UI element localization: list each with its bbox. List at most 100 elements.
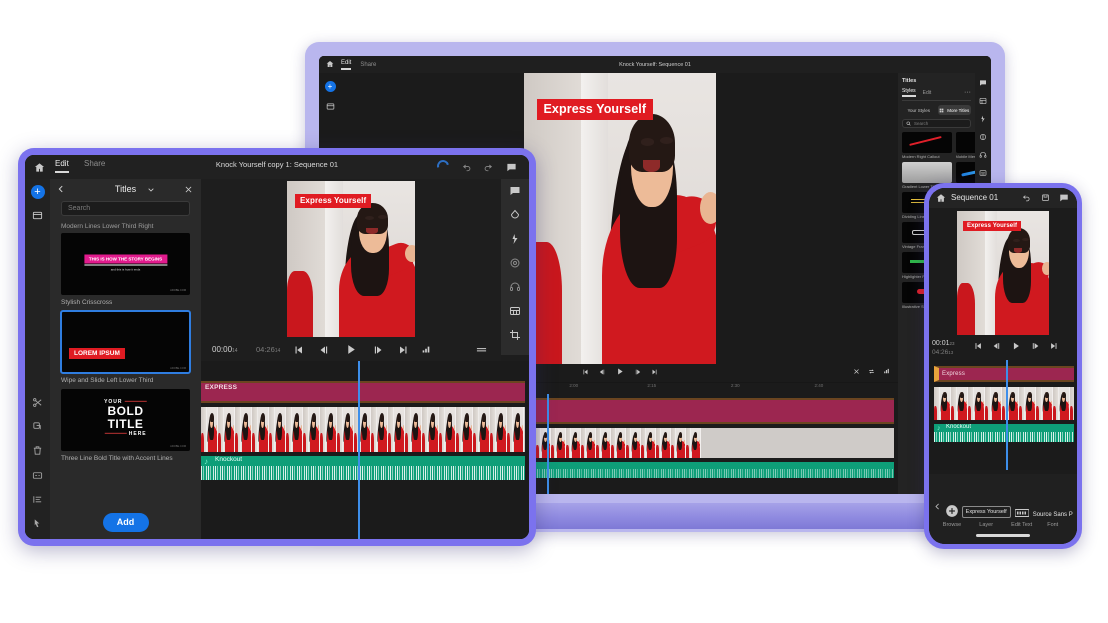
title-thumbnail[interactable] xyxy=(902,162,952,183)
timeline-video-clip[interactable] xyxy=(201,407,525,452)
phone-tool-browse[interactable]: Browse xyxy=(943,504,961,528)
edit-text-icon[interactable] xyxy=(1015,508,1029,518)
media-browser-icon[interactable] xyxy=(326,102,335,111)
titles-search-input[interactable]: Search xyxy=(902,119,971,128)
phone-tool-edit-text[interactable]: Edit Text xyxy=(1011,508,1032,528)
add-circle-icon[interactable] xyxy=(945,504,959,518)
home-icon[interactable] xyxy=(936,193,946,203)
titles-search-input[interactable]: Search xyxy=(61,201,190,216)
tab-edit[interactable]: Edit xyxy=(341,60,351,70)
tablet-timeline[interactable]: EXPRESS ♪ Knockout xyxy=(201,361,529,539)
timeline-title-clip[interactable]: Express xyxy=(934,366,1074,382)
play-icon[interactable] xyxy=(345,343,358,356)
step-back-icon[interactable] xyxy=(598,368,606,376)
chevron-left-icon[interactable] xyxy=(56,184,66,194)
playhead[interactable] xyxy=(358,361,360,539)
tab-edit[interactable]: Edit xyxy=(55,159,69,173)
headphones-icon[interactable] xyxy=(979,151,987,159)
play-icon[interactable] xyxy=(1011,341,1021,351)
add-button[interactable]: Add xyxy=(103,513,149,532)
go-to-end-icon[interactable] xyxy=(650,368,658,376)
segment-your-styles[interactable]: Your Styles xyxy=(902,105,936,115)
home-icon[interactable] xyxy=(34,162,45,173)
effects-icon[interactable] xyxy=(509,233,521,245)
go-to-start-icon[interactable] xyxy=(581,368,589,376)
step-forward-icon[interactable] xyxy=(372,344,384,356)
chevron-down-icon[interactable] xyxy=(147,186,155,194)
go-to-end-icon[interactable] xyxy=(1049,341,1059,351)
undo-icon[interactable] xyxy=(462,162,472,172)
play-icon[interactable] xyxy=(615,367,624,376)
title-thumbnail[interactable]: YOUR BOLD TITLE HEREADOBE.COM xyxy=(61,389,190,451)
title-thumbnail[interactable]: THIS IS HOW THE STORY BEGINSand this is … xyxy=(61,233,190,295)
effects-icon[interactable] xyxy=(979,115,987,123)
export-frame-icon[interactable] xyxy=(883,368,890,375)
phone-program-video[interactable]: Express Yourself xyxy=(957,211,1049,335)
color-icon[interactable] xyxy=(979,133,987,141)
title-thumbnail[interactable]: LOREM IPSUMADOBE.COM xyxy=(61,311,190,373)
comment-icon[interactable] xyxy=(1059,193,1069,203)
undo-icon[interactable] xyxy=(1022,193,1031,202)
transform-icon[interactable] xyxy=(509,329,521,341)
segment-more-titles[interactable]: More Titles xyxy=(938,105,972,115)
timeline-audio-clip[interactable]: ♪ Knockout xyxy=(201,456,525,480)
laptop-transport-controls[interactable] xyxy=(581,367,658,376)
grid-icon[interactable] xyxy=(979,97,987,105)
laptop-monitor-tools[interactable] xyxy=(853,368,890,375)
selection-tool-icon[interactable] xyxy=(32,518,43,529)
timeline-audio-clip[interactable]: ♪ Knockout xyxy=(934,424,1074,442)
comment-icon[interactable] xyxy=(509,185,521,197)
playhead[interactable] xyxy=(547,394,549,494)
go-to-start-icon[interactable] xyxy=(973,341,983,351)
tab-share[interactable]: Share xyxy=(360,62,376,68)
step-forward-icon[interactable] xyxy=(1030,341,1040,351)
scissors-icon[interactable] xyxy=(32,397,43,408)
chevron-left-icon[interactable] xyxy=(933,502,942,511)
close-icon[interactable] xyxy=(184,185,193,194)
menu-icon[interactable] xyxy=(476,347,487,352)
step-back-icon[interactable] xyxy=(319,344,331,356)
title-grid-cell[interactable]: Modern Right Callout xyxy=(902,132,952,159)
mark-in-out-icon[interactable] xyxy=(853,368,860,375)
go-to-start-icon[interactable] xyxy=(293,344,305,356)
tablet-titles-list[interactable]: Modern Lines Lower Third RightTHIS IS HO… xyxy=(50,223,201,505)
grid-icon[interactable] xyxy=(509,305,521,317)
playhead[interactable] xyxy=(1006,360,1008,470)
step-forward-icon[interactable] xyxy=(633,368,641,376)
add-circle-icon[interactable]: + xyxy=(31,185,45,199)
audio-meter-icon[interactable] xyxy=(421,345,431,355)
tab-share[interactable]: Share xyxy=(84,159,105,168)
step-back-icon[interactable] xyxy=(992,341,1002,351)
font-value[interactable]: Source Sans P xyxy=(1033,512,1073,518)
caption-icon[interactable] xyxy=(979,169,987,177)
trash-icon[interactable] xyxy=(32,445,43,456)
save-icon[interactable] xyxy=(1041,193,1050,202)
media-browser-icon[interactable] xyxy=(32,210,43,221)
laptop-program-video[interactable]: Express Yourself xyxy=(524,73,716,364)
phone-transport-controls[interactable] xyxy=(973,341,1059,351)
phone-timeline[interactable]: Express ♪ Knockout xyxy=(929,360,1077,470)
phone-tool-font[interactable]: Source Sans P Font xyxy=(1033,512,1073,528)
timeline-title-clip[interactable]: EXPRESS xyxy=(201,381,525,403)
titles-tab-styles[interactable]: Styles xyxy=(902,88,916,97)
title-thumbnail[interactable] xyxy=(902,132,952,153)
loop-icon[interactable] xyxy=(868,368,875,375)
add-circle-icon[interactable]: + xyxy=(325,81,336,92)
duplicate-icon[interactable] xyxy=(32,421,43,432)
color-icon[interactable] xyxy=(509,209,521,221)
comment-icon[interactable] xyxy=(506,162,517,173)
layer-chip[interactable]: Express Yourself xyxy=(962,506,1011,518)
tablet-transport-controls[interactable] xyxy=(293,343,410,356)
timeline-video-clip[interactable] xyxy=(934,387,1074,420)
headphones-icon[interactable] xyxy=(509,281,521,293)
phone-tool-layer[interactable]: Express Yourself Layer xyxy=(962,506,1011,528)
titles-tab-edit[interactable]: Edit xyxy=(923,90,932,96)
go-to-end-icon[interactable] xyxy=(398,344,410,356)
tablet-program-video[interactable]: Express Yourself xyxy=(287,181,415,337)
comment-icon[interactable] xyxy=(979,79,987,87)
redo-icon[interactable] xyxy=(483,162,493,172)
list-icon[interactable] xyxy=(32,494,43,505)
home-icon[interactable] xyxy=(326,60,334,68)
caption-icon[interactable] xyxy=(32,470,43,481)
audio-icon[interactable] xyxy=(509,257,521,269)
